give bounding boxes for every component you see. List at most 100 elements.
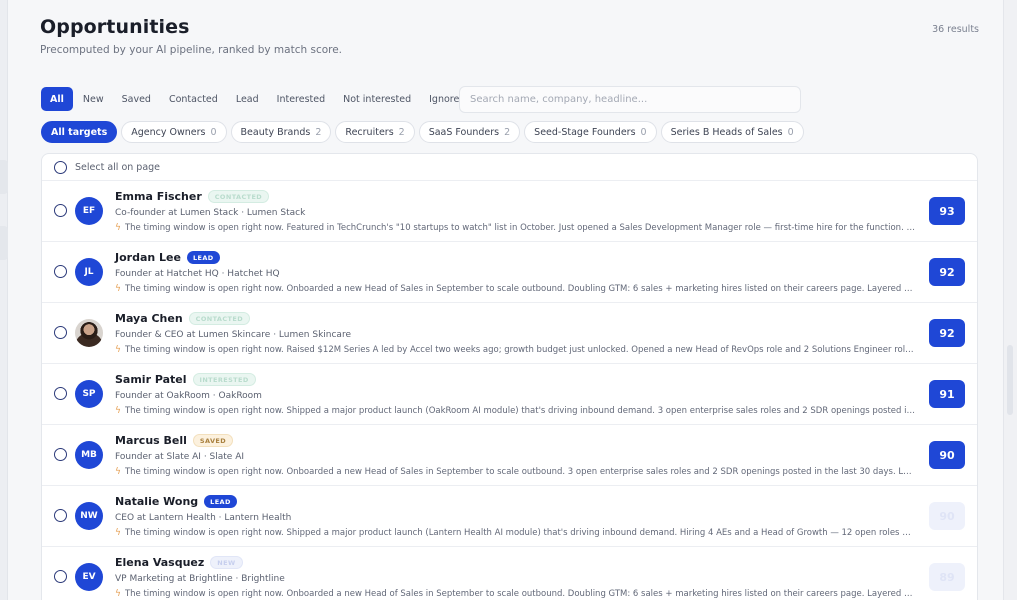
avatar: EF (75, 197, 103, 225)
timing-signal: ϟ The timing window is open right now. On… (115, 467, 915, 477)
left-sidebar-rail (0, 0, 8, 600)
page-subtitle: Precomputed by your AI pipeline, ranked … (40, 44, 343, 56)
status-badge: INTERESTED (192, 373, 256, 386)
signal-text: The timing window is open right now. Onb… (124, 284, 915, 294)
chip-label: Seed-Stage Founders (534, 126, 636, 138)
select-all-radio[interactable] (54, 160, 67, 174)
row-select-radio[interactable] (54, 509, 67, 522)
select-all-row[interactable]: Select all on page (42, 154, 977, 181)
row-select-radio[interactable] (54, 204, 67, 217)
table-row[interactable]: MB Marcus Bell SAVED Founder at Slate AI · … (42, 425, 977, 486)
contact-title: Founder at Slate AI · Slate AI (115, 452, 245, 462)
contact-name[interactable]: Maya Chen (115, 312, 183, 325)
tab-interested[interactable]: Interested (269, 87, 333, 111)
signal-text: The timing window is open right now. Shi… (124, 406, 915, 416)
timing-signal: ϟ The timing window is open right now. On… (115, 284, 915, 294)
name-line: Emma Fischer CONTACTED (115, 190, 270, 203)
tab-lead[interactable]: Lead (228, 87, 267, 111)
row-select-radio[interactable] (54, 448, 67, 461)
avatar: EV (75, 563, 103, 591)
table-row[interactable]: Maya Chen CONTACTED Founder & CEO at Lumen… (42, 303, 977, 364)
chip-all-targets[interactable]: All targets (41, 121, 118, 143)
chip-label: Recruiters (345, 126, 394, 138)
chip-beauty-brands[interactable]: Beauty Brands 2 (230, 121, 332, 143)
timing-signal: ϟ The timing window is open right now. Fe… (115, 223, 915, 233)
chip-count: 2 (315, 126, 322, 138)
contact-name[interactable]: Emma Fischer (115, 190, 202, 203)
name-line: Jordan Lee LEAD (115, 251, 220, 264)
scrollbar-thumb[interactable] (1007, 345, 1013, 415)
match-score[interactable]: 90 (929, 441, 965, 469)
table-row[interactable]: SP Samir Patel INTERESTED Founder at OakRoo… (42, 364, 977, 425)
opportunity-rows: EF Emma Fischer CONTACTED Co-founder at Lum… (42, 181, 977, 600)
contact-title: VP Marketing at Brightline · Brightline (115, 574, 285, 584)
contact-title: Co-founder at Lumen Stack · Lumen Stack (115, 208, 306, 218)
chip-label: Series B Heads of Sales (670, 126, 783, 138)
chip-label: Agency Owners (131, 126, 206, 138)
row-select-radio[interactable] (54, 387, 67, 400)
bolt-icon: ϟ (115, 284, 121, 294)
sidebar-nub (0, 226, 8, 260)
tab-all[interactable]: All (41, 87, 73, 111)
timing-signal: ϟ The timing window is open right now. Ra… (115, 345, 915, 355)
match-score[interactable]: 92 (929, 258, 965, 286)
contact-name[interactable]: Samir Patel (115, 373, 187, 386)
bolt-icon: ϟ (115, 345, 121, 355)
timing-signal: ϟ The timing window is open right now. Sh… (115, 406, 915, 416)
signal-text: The timing window is open right now. Onb… (124, 589, 915, 599)
name-line: Marcus Bell SAVED (115, 434, 234, 447)
status-badge: LEAD (204, 495, 237, 508)
tab-not-interested[interactable]: Not interested (335, 87, 419, 111)
match-score[interactable]: 90 (929, 502, 965, 530)
scrollbar[interactable] (1003, 0, 1017, 600)
tab-new[interactable]: New (75, 87, 112, 111)
match-score[interactable]: 93 (929, 197, 965, 225)
select-all-label: Select all on page (75, 161, 161, 173)
avatar (75, 319, 103, 347)
contact-title: Founder & CEO at Lumen Skincare · Lumen … (115, 330, 351, 340)
chip-count: 2 (504, 126, 511, 138)
bolt-icon: ϟ (115, 528, 121, 538)
name-line: Maya Chen CONTACTED (115, 312, 250, 325)
table-row[interactable]: JL Jordan Lee LEAD Founder at Hatchet HQ · … (42, 242, 977, 303)
contact-name[interactable]: Jordan Lee (115, 251, 181, 264)
chip-series-b-heads-of-sales[interactable]: Series B Heads of Sales 0 (660, 121, 804, 143)
target-filter-chips: All targets Agency Owners 0 Beauty Brands 2 R… (41, 121, 804, 143)
search-input[interactable] (459, 86, 801, 113)
status-badge: CONTACTED (207, 190, 270, 203)
row-select-radio[interactable] (54, 570, 67, 583)
match-score[interactable]: 91 (929, 380, 965, 408)
bolt-icon: ϟ (115, 589, 121, 599)
tab-saved[interactable]: Saved (114, 87, 159, 111)
contact-name[interactable]: Marcus Bell (115, 434, 187, 447)
signal-text: The timing window is open right now. Rai… (124, 345, 915, 355)
timing-signal: ϟ The timing window is open right now. On… (115, 589, 915, 599)
table-row[interactable]: EV Elena Vasquez NEW VP Marketing at Bright… (42, 547, 977, 600)
bolt-icon: ϟ (115, 406, 121, 416)
status-badge: LEAD (186, 251, 220, 264)
row-select-radio[interactable] (54, 326, 67, 339)
chip-recruiters[interactable]: Recruiters 2 (335, 121, 415, 143)
match-score[interactable]: 89 (929, 563, 965, 591)
status-badge: NEW (210, 556, 243, 569)
chip-count: 2 (398, 126, 405, 138)
chip-seed-stage-founders[interactable]: Seed-Stage Founders 0 (524, 121, 657, 143)
contact-title: CEO at Lantern Health · Lantern Health (115, 513, 292, 523)
row-select-radio[interactable] (54, 265, 67, 278)
contact-name[interactable]: Elena Vasquez (115, 556, 204, 569)
table-row[interactable]: EF Emma Fischer CONTACTED Co-founder at Lum… (42, 181, 977, 242)
chip-count: 0 (640, 126, 647, 138)
chip-saas-founders[interactable]: SaaS Founders 2 (418, 121, 521, 143)
signal-text: The timing window is open right now. Fea… (124, 223, 915, 233)
signal-text: The timing window is open right now. Onb… (124, 467, 915, 477)
sidebar-nub (0, 160, 8, 194)
tab-contacted[interactable]: Contacted (161, 87, 226, 111)
status-tabs: All New Saved Contacted Lead Interested Not in… (41, 87, 473, 111)
contact-name[interactable]: Natalie Wong (115, 495, 198, 508)
bolt-icon: ϟ (115, 467, 121, 477)
chip-label: SaaS Founders (428, 126, 500, 138)
match-score[interactable]: 92 (929, 319, 965, 347)
table-row[interactable]: NW Natalie Wong LEAD CEO at Lantern Health … (42, 486, 977, 547)
avatar: JL (75, 258, 103, 286)
chip-agency-owners[interactable]: Agency Owners 0 (121, 121, 227, 143)
